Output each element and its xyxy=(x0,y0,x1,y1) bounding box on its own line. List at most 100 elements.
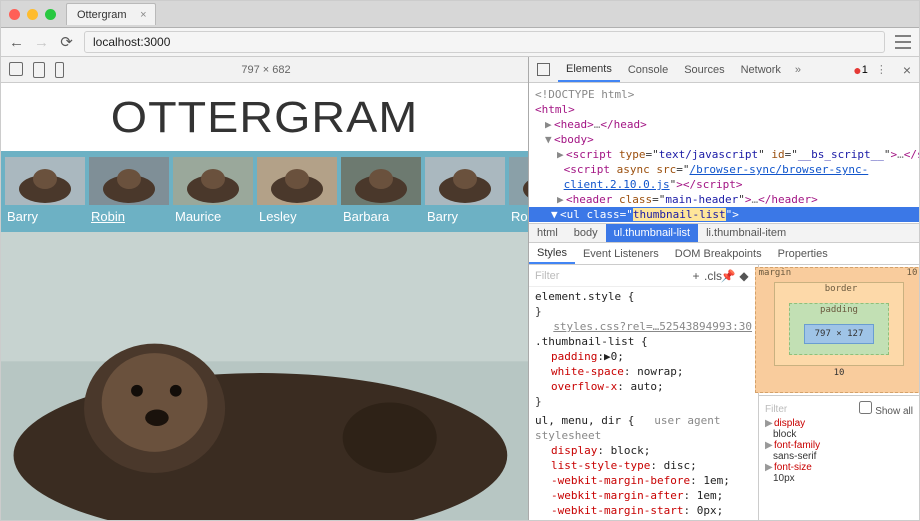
computed-filter-input[interactable]: Filter xyxy=(765,404,787,415)
url-text: localhost:3000 xyxy=(93,35,170,49)
device-toolbar: 797 × 682 xyxy=(1,57,528,83)
dom-node[interactable]: ▼<body> xyxy=(535,132,919,147)
thumbnail-caption: Barry xyxy=(425,205,505,230)
responsive-icon[interactable] xyxy=(9,62,23,76)
browser-tab[interactable]: Ottergram × xyxy=(66,3,156,25)
inspect-element-icon[interactable] xyxy=(537,63,550,76)
dom-node-selected[interactable]: ▼<ul class="thumbnail-list"> xyxy=(529,207,919,222)
dom-node[interactable]: <!DOCTYPE html> xyxy=(535,87,919,102)
page-header: OTTERGRAM xyxy=(1,83,528,151)
close-tab-icon[interactable]: × xyxy=(140,9,146,21)
rendered-page-pane: 797 × 682 OTTERGRAM Barry Robin Maurice … xyxy=(1,57,528,520)
computed-property[interactable]: ▶font-size xyxy=(765,462,913,473)
devtools-tabbar: ElementsConsoleSourcesNetwork » ● 1 ⋮ × xyxy=(529,57,919,83)
styles-subtab[interactable]: Properties xyxy=(770,243,836,264)
computed-pane: margin 10 border padding 797 × 127 10 xyxy=(759,265,919,520)
box-model[interactable]: margin 10 border padding 797 × 127 10 xyxy=(759,265,919,395)
reload-button[interactable]: ⟳ xyxy=(59,33,74,51)
thumbnail-list: Barry Robin Maurice Lesley Barbara Barry… xyxy=(1,151,528,232)
computed-list[interactable]: Filter Show all ▶display block▶font-fami… xyxy=(759,395,919,520)
devtools-pane: ElementsConsoleSourcesNetwork » ● 1 ⋮ × … xyxy=(528,57,919,520)
styles-panel: Filter + .cls 📌 ◆ element.style {}styles… xyxy=(529,265,919,520)
computed-value: sans-serif xyxy=(765,451,913,462)
styles-tabbar: StylesEvent ListenersDOM BreakpointsProp… xyxy=(529,243,919,265)
thumbnail-caption: Robin xyxy=(89,205,169,230)
tablet-icon[interactable] xyxy=(33,62,45,78)
toolbar: ← → ⟳ localhost:3000 xyxy=(1,28,919,57)
dom-node[interactable]: ▶<head>…</head> xyxy=(535,117,919,132)
close-devtools-button[interactable]: × xyxy=(895,62,919,78)
styles-subtab[interactable]: Event Listeners xyxy=(575,243,667,264)
close-window-button[interactable] xyxy=(9,9,20,20)
menu-button[interactable] xyxy=(895,35,911,49)
thumbnail-item[interactable]: Barry xyxy=(425,157,505,230)
address-bar[interactable]: localhost:3000 xyxy=(84,31,885,53)
dom-node[interactable]: ▶<script type="text/javascript" id="__bs… xyxy=(535,147,919,162)
devtools-tab-network[interactable]: Network xyxy=(733,57,789,82)
dom-node[interactable]: ▶<header class="main-header">…</header> xyxy=(535,192,919,207)
dom-node[interactable]: <script async src="/browser-sync/browser… xyxy=(535,162,919,177)
computed-value: block xyxy=(765,429,913,440)
zoom-window-button[interactable] xyxy=(45,9,56,20)
styles-subtab[interactable]: DOM Breakpoints xyxy=(667,243,770,264)
content-split: 797 × 682 OTTERGRAM Barry Robin Maurice … xyxy=(1,57,919,520)
thumbnail-caption: Ro xyxy=(509,205,528,230)
thumbnail-image xyxy=(257,157,337,205)
more-tabs-icon[interactable]: » xyxy=(789,64,807,76)
thumbnail-item[interactable]: Barry xyxy=(5,157,85,230)
breadcrumb-item[interactable]: body xyxy=(566,224,606,242)
back-button[interactable]: ← xyxy=(9,34,24,51)
computed-property[interactable]: ▶display xyxy=(765,418,913,429)
tab-title: Ottergram xyxy=(77,9,127,21)
detail-image xyxy=(1,232,528,520)
dom-node[interactable]: <html> xyxy=(535,102,919,117)
breadcrumb-item[interactable]: li.thumbnail-item xyxy=(698,224,794,242)
thumbnail-item[interactable]: Maurice xyxy=(173,157,253,230)
breadcrumb-item[interactable]: ul.thumbnail-list xyxy=(606,224,698,242)
thumbnail-caption: Barry xyxy=(5,205,85,230)
thumbnail-image xyxy=(341,157,421,205)
pin-icon[interactable]: 📌 xyxy=(720,269,736,283)
thumbnail-item[interactable]: Barbara xyxy=(341,157,421,230)
page-title: OTTERGRAM xyxy=(1,93,528,143)
error-indicator-icon[interactable]: ● xyxy=(853,62,861,78)
breadcrumb-item[interactable]: html xyxy=(529,224,566,242)
devtools-tab-sources[interactable]: Sources xyxy=(676,57,732,82)
breadcrumb[interactable]: htmlbodyul.thumbnail-listli.thumbnail-it… xyxy=(529,223,919,243)
thumbnail-image xyxy=(173,157,253,205)
thumbnail-item[interactable]: Ro xyxy=(509,157,528,230)
page-viewport[interactable]: OTTERGRAM Barry Robin Maurice Lesley Bar… xyxy=(1,83,528,520)
thumbnail-caption: Barbara xyxy=(341,205,421,230)
phone-icon[interactable] xyxy=(55,62,64,78)
computed-value: 10px xyxy=(765,473,913,484)
traffic-lights xyxy=(9,9,56,20)
styles-rules-pane: Filter + .cls 📌 ◆ element.style {}styles… xyxy=(529,265,759,520)
box-content-size: 797 × 127 xyxy=(804,324,875,344)
new-rule-icon[interactable]: + xyxy=(688,269,704,283)
thumbnail-caption: Lesley xyxy=(257,205,337,230)
styles-filter-row: Filter + .cls 📌 ◆ xyxy=(529,265,758,287)
css-rules[interactable]: element.style {}styles.css?rel=…52543894… xyxy=(529,287,758,520)
show-all-checkbox[interactable] xyxy=(859,401,872,414)
thumbnail-item[interactable]: Lesley xyxy=(257,157,337,230)
styles-filter-input[interactable]: Filter xyxy=(535,270,559,282)
devtools-tab-console[interactable]: Console xyxy=(620,57,676,82)
devtools-menu-icon[interactable]: ⋮ xyxy=(868,63,895,76)
elements-tree[interactable]: <!DOCTYPE html><html>▶<head>…</head>▼<bo… xyxy=(529,83,919,223)
thumbnail-image xyxy=(509,157,528,205)
thumbnail-image xyxy=(5,157,85,205)
thumbnail-item[interactable]: Robin xyxy=(89,157,169,230)
hover-state-icon[interactable]: ◆ xyxy=(736,269,752,283)
tab-strip: Ottergram × xyxy=(1,1,919,28)
viewport-dimensions: 797 × 682 xyxy=(64,64,468,76)
minimize-window-button[interactable] xyxy=(27,9,38,20)
thumbnail-caption: Maurice xyxy=(173,205,253,230)
cls-toggle[interactable]: .cls xyxy=(704,269,720,283)
browser-window: Ottergram × ← → ⟳ localhost:3000 797 × 6… xyxy=(0,0,920,521)
devtools-tab-elements[interactable]: Elements xyxy=(558,57,620,82)
thumbnail-image xyxy=(89,157,169,205)
forward-button[interactable]: → xyxy=(34,34,49,51)
dom-node[interactable]: client.2.10.0.js"></script> xyxy=(535,177,919,192)
computed-property[interactable]: ▶font-family xyxy=(765,440,913,451)
styles-subtab[interactable]: Styles xyxy=(529,243,575,264)
